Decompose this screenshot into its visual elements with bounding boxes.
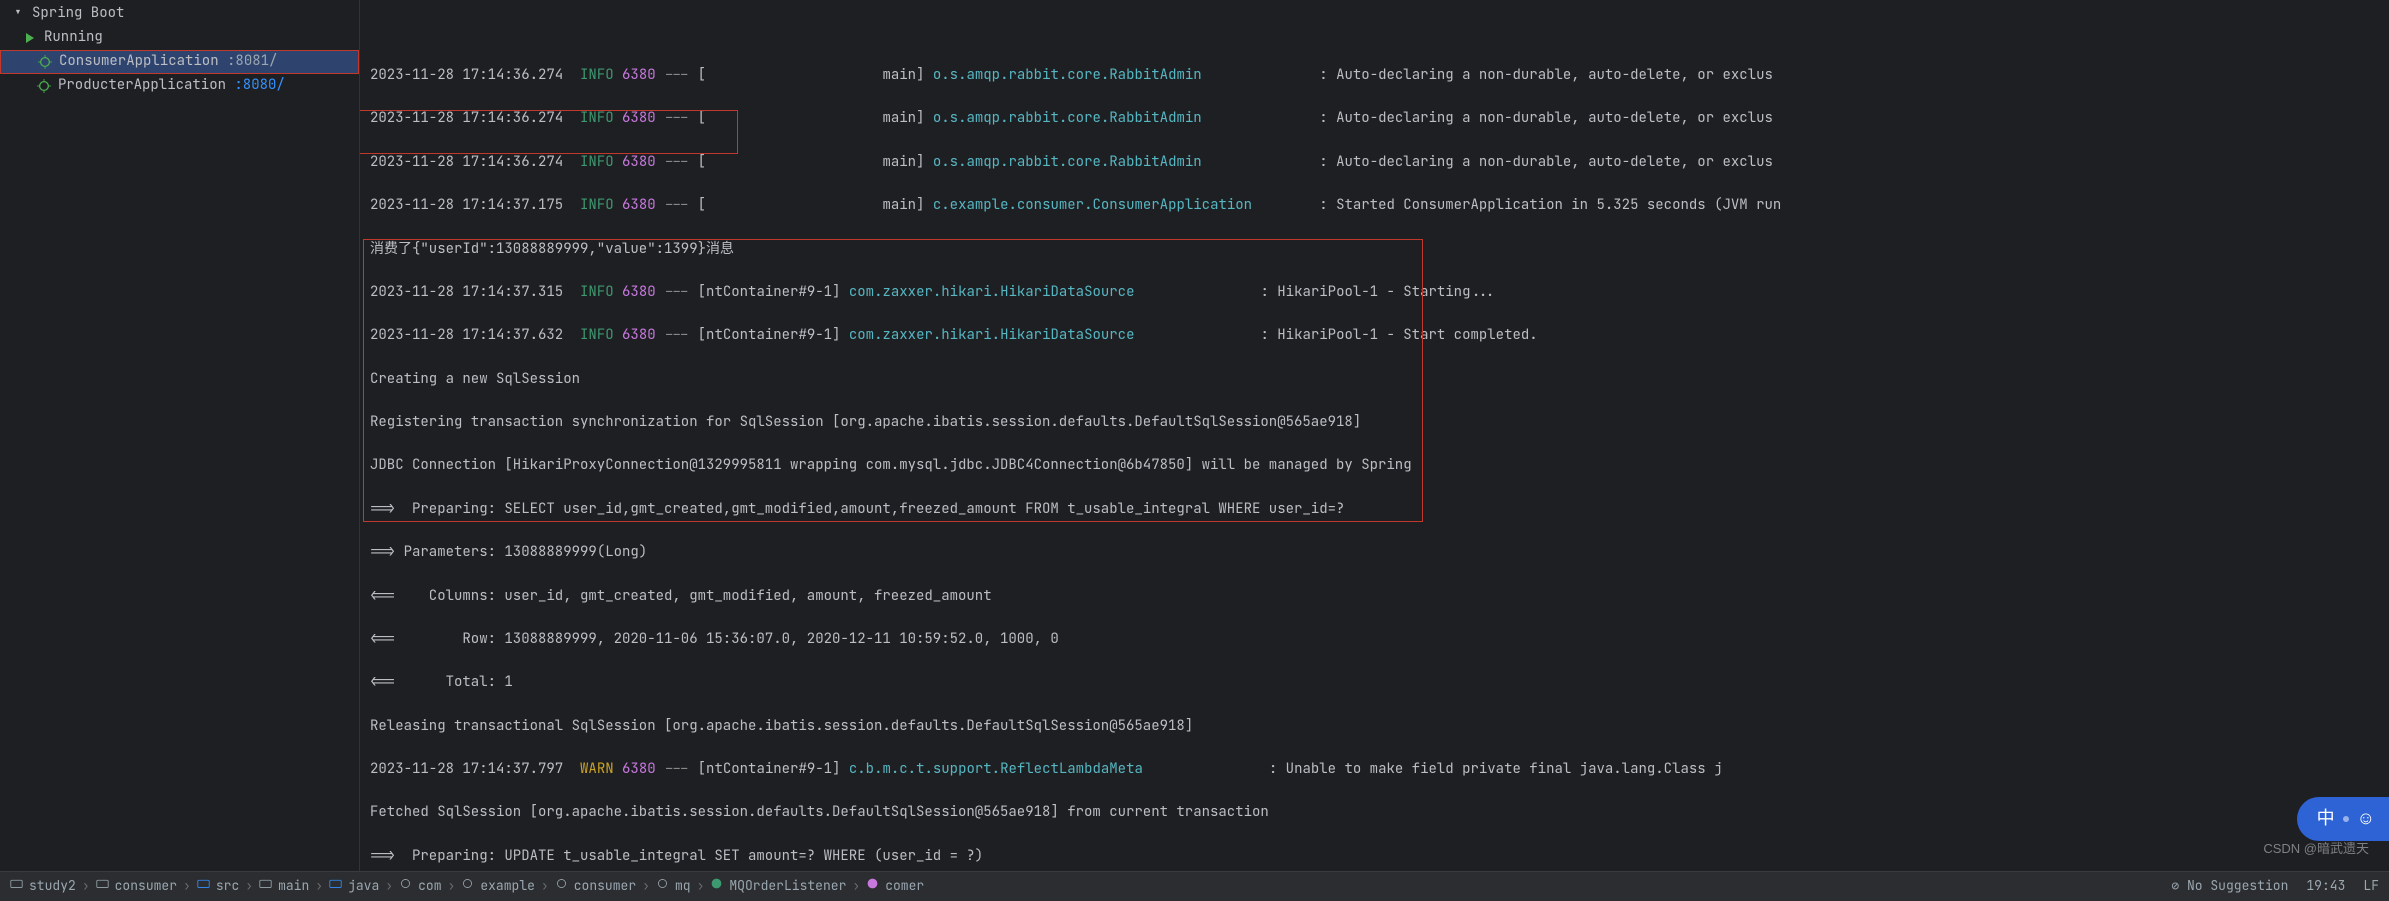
crumb[interactable]: src xyxy=(197,876,239,896)
ime-label: 中 xyxy=(2317,805,2335,833)
log-line: <== Total: 1 xyxy=(370,672,2389,694)
class-icon xyxy=(710,876,723,896)
log-line: 2023-11-28 17:14:37.315 INFO 6380 --- [n… xyxy=(370,282,2389,304)
log-line: ==> Preparing: UPDATE t_usable_integral … xyxy=(370,846,2389,868)
log-line: 2023-11-28 17:14:36.274 INFO 6380 --- [ … xyxy=(370,65,2389,87)
ime-pill[interactable]: 中 ☺ xyxy=(2297,797,2389,841)
package-icon xyxy=(461,876,474,896)
folder-icon xyxy=(259,876,272,896)
tree-group-running[interactable]: Running xyxy=(0,26,359,50)
dot-icon xyxy=(2343,816,2349,822)
log-line: JDBC Connection [HikariProxyConnection@1… xyxy=(370,455,2389,477)
crumb[interactable]: MQOrderListener xyxy=(710,876,846,896)
play-icon xyxy=(22,33,38,43)
log-line: 2023-11-28 17:14:37.175 INFO 6380 --- [ … xyxy=(370,195,2389,217)
app-port: :8081/ xyxy=(227,51,277,73)
folder-icon xyxy=(10,876,23,896)
log-line: <== Row: 13088889999, 2020-11-06 15:36:0… xyxy=(370,629,2389,651)
crumb[interactable]: example xyxy=(461,876,535,896)
log-line: 2023-11-28 17:14:37.632 INFO 6380 --- [n… xyxy=(370,325,2389,347)
folder-icon xyxy=(96,876,109,896)
log-line: <== Columns: user_id, gmt_created, gmt_m… xyxy=(370,586,2389,608)
crumb[interactable]: com xyxy=(399,876,441,896)
crumb[interactable]: main xyxy=(259,876,309,896)
folder-icon xyxy=(197,876,210,896)
method-icon xyxy=(866,876,879,896)
crumb[interactable]: study2 xyxy=(10,876,76,896)
status-time: 19:43 xyxy=(2306,876,2345,896)
log-line: ==> Preparing: SELECT user_id,gmt_create… xyxy=(370,499,2389,521)
tree-root-spring-boot[interactable]: ▾ Spring Boot xyxy=(0,2,359,26)
watermark-text: CSDN @暗武遗天 xyxy=(2263,839,2369,859)
crumb[interactable]: mq xyxy=(656,876,691,896)
log-line: 2023-11-28 17:14:36.274 INFO 6380 --- [ … xyxy=(370,108,2389,130)
breadcrumb: study2› consumer› src› main› java› com› … xyxy=(10,876,2171,896)
block-icon: ⊘ xyxy=(2171,877,2179,894)
app-producer[interactable]: ProducterApplication :8080/ xyxy=(0,74,359,98)
folder-icon xyxy=(329,876,342,896)
bug-icon xyxy=(37,55,53,69)
log-line: Fetched SqlSession [org.apache.ibatis.se… xyxy=(370,802,2389,824)
sidebar: ▾ Spring Boot Running ConsumerApplicatio… xyxy=(0,0,360,871)
status-suggestion[interactable]: ⊘ No Suggestion xyxy=(2171,876,2288,896)
log-line: 2023-11-28 17:14:36.274 INFO 6380 --- [ … xyxy=(370,152,2389,174)
app-port: :8080/ xyxy=(234,75,284,97)
log-line: ==> Parameters: 13088889999(Long) xyxy=(370,542,2389,564)
app-name: ProducterApplication xyxy=(58,75,226,97)
status-lf: LF xyxy=(2363,876,2379,896)
status-bar: study2› consumer› src› main› java› com› … xyxy=(0,871,2389,901)
log-line: Registering transaction synchronization … xyxy=(370,412,2389,434)
app-consumer[interactable]: ConsumerApplication :8081/ xyxy=(0,50,359,74)
app-name: ConsumerApplication xyxy=(59,51,219,73)
smile-icon: ☺ xyxy=(2357,805,2375,833)
crumb[interactable]: consumer xyxy=(96,876,177,896)
console-output[interactable]: 2023-11-28 17:14:36.274 INFO 6380 --- [ … xyxy=(360,0,2389,871)
tree-root-label: Spring Boot xyxy=(32,3,124,25)
log-line: Releasing transactional SqlSession [org.… xyxy=(370,716,2389,738)
crumb[interactable]: consumer xyxy=(555,876,636,896)
package-icon xyxy=(555,876,568,896)
chevron-down-icon: ▾ xyxy=(10,3,26,25)
log-line: 2023-11-28 17:14:37.797 WARN 6380 --- [n… xyxy=(370,759,2389,781)
package-icon xyxy=(399,876,412,896)
tree-group-label: Running xyxy=(44,27,103,49)
log-line: 消费了{"userId":13088889999,"value":1399}消息 xyxy=(370,239,2389,261)
log-line: Creating a new SqlSession xyxy=(370,369,2389,391)
crumb[interactable]: java xyxy=(329,876,379,896)
package-icon xyxy=(656,876,669,896)
bug-icon xyxy=(36,79,52,93)
crumb[interactable]: comer xyxy=(866,876,924,896)
